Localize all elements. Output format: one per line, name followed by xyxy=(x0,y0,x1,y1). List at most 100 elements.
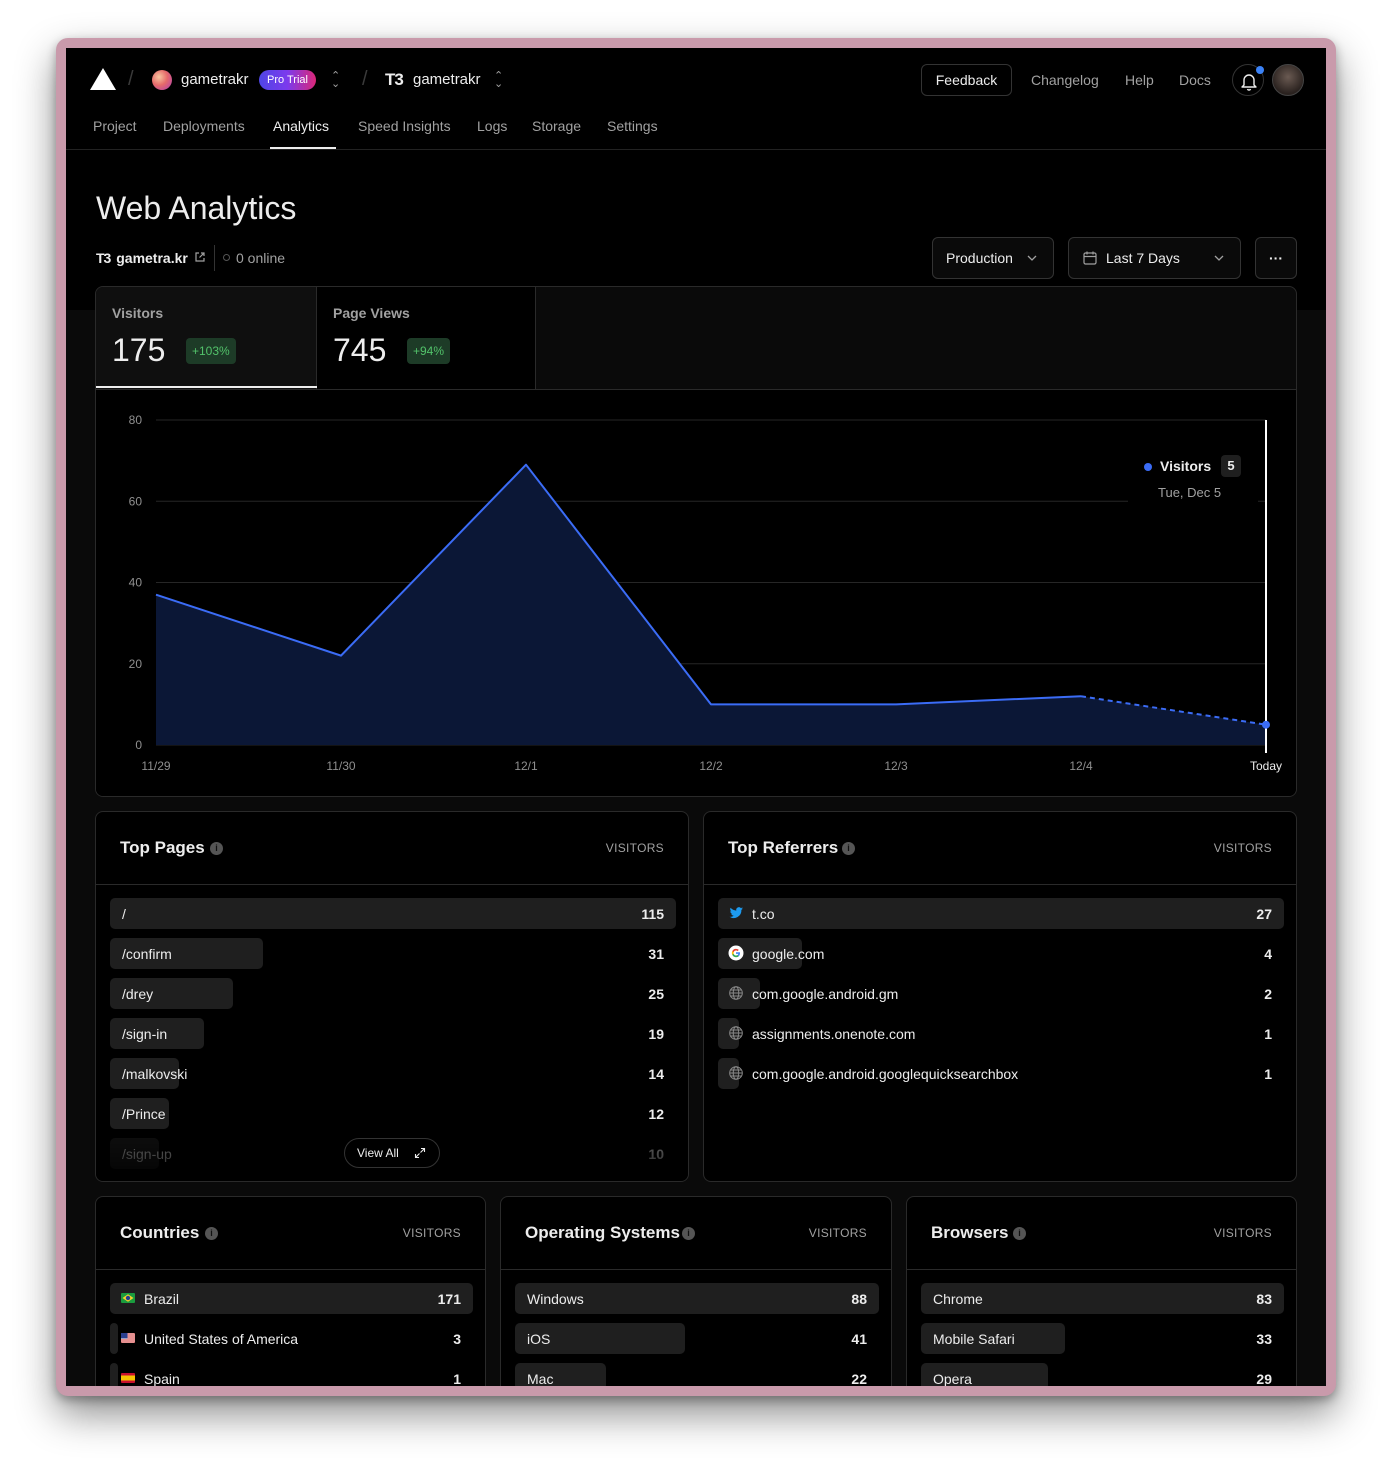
project-switcher-icon[interactable]: ⌃ ⌄ xyxy=(494,71,503,90)
vercel-logo-icon[interactable] xyxy=(90,68,116,90)
item-label: google.com xyxy=(752,946,825,962)
y-tick-label: 60 xyxy=(129,494,143,508)
kpi-page-views[interactable]: Page Views 745 +94% xyxy=(317,287,536,389)
tooltip-value: 5 xyxy=(1221,455,1241,477)
divider xyxy=(96,884,688,885)
changelog-link[interactable]: Changelog xyxy=(1031,72,1099,88)
tab-deployments[interactable]: Deployments xyxy=(163,118,245,134)
list-item[interactable]: /confirm 31 xyxy=(110,938,676,969)
globe-icon xyxy=(729,1066,743,1080)
tab-analytics[interactable]: Analytics xyxy=(273,118,329,134)
column-header: VISITORS xyxy=(402,1226,461,1240)
y-tick-label: 0 xyxy=(135,738,142,752)
domain-link[interactable]: gametra.kr xyxy=(116,250,188,266)
list-item[interactable]: google.com 4 xyxy=(718,938,1284,969)
list-item[interactable]: Spain 1 xyxy=(110,1363,473,1386)
item-label: Spain xyxy=(144,1371,180,1386)
column-header: VISITORS xyxy=(1213,1226,1272,1240)
tab-speed-insights[interactable]: Speed Insights xyxy=(358,118,451,134)
project-name[interactable]: gametrakr xyxy=(413,71,481,88)
list-item[interactable]: Mac 22 xyxy=(515,1363,879,1386)
view-all-button[interactable]: View All xyxy=(344,1138,440,1168)
kpi-visitors[interactable]: Visitors 175 +103% xyxy=(96,287,317,389)
countries-card: Countries i VISITORS Brazil 171 United Sta… xyxy=(95,1196,486,1386)
list-item[interactable]: Chrome 83 xyxy=(921,1283,1284,1314)
usa-flag-icon xyxy=(121,1333,135,1343)
column-header: VISITORS xyxy=(1213,841,1272,855)
list-item[interactable]: /drey 25 xyxy=(110,978,676,1009)
info-icon[interactable]: i xyxy=(682,1227,695,1240)
team-switcher-icon[interactable]: ⌃ ⌄ xyxy=(331,71,340,90)
list-item[interactable]: t.co 27 xyxy=(718,898,1284,929)
team-name[interactable]: gametrakr xyxy=(181,71,249,88)
item-value: 29 xyxy=(1256,1371,1272,1386)
item-label: Chrome xyxy=(933,1291,983,1307)
item-value: 2 xyxy=(1264,986,1272,1002)
panel-title: Top Pages xyxy=(120,838,205,857)
more-options-button[interactable]: ··· xyxy=(1255,237,1297,279)
panel-title: Countries xyxy=(120,1223,200,1242)
environment-select[interactable]: Production xyxy=(932,237,1054,279)
tab-settings[interactable]: Settings xyxy=(607,118,658,134)
info-icon[interactable]: i xyxy=(1013,1227,1026,1240)
list-item[interactable]: Brazil 171 xyxy=(110,1283,473,1314)
notification-dot xyxy=(1256,66,1264,74)
list-item[interactable]: iOS 41 xyxy=(515,1323,879,1354)
list-item[interactable]: Mobile Safari 33 xyxy=(921,1323,1284,1354)
item-label: Windows xyxy=(527,1291,584,1307)
list-item[interactable]: / 115 xyxy=(110,898,676,929)
x-tick-label: 12/3 xyxy=(884,759,908,773)
data-point[interactable] xyxy=(1262,720,1270,729)
chart-tooltip: Visitors 5 Tue, Dec 5 xyxy=(1128,452,1258,508)
item-value: 115 xyxy=(641,906,664,922)
online-status-dot-icon xyxy=(223,254,230,261)
project-logo-icon: T3 xyxy=(96,250,111,266)
info-icon[interactable]: i xyxy=(210,842,223,855)
feedback-button[interactable]: Feedback xyxy=(921,64,1012,96)
panel-title: Browsers xyxy=(931,1223,1009,1242)
list-item[interactable]: assignments.onenote.com 1 xyxy=(718,1018,1284,1049)
kpi-label: Visitors xyxy=(112,305,164,321)
item-label: Opera xyxy=(933,1371,972,1386)
list-item[interactable]: /malkovski 14 xyxy=(110,1058,676,1089)
docs-link[interactable]: Docs xyxy=(1179,72,1211,88)
operating-systems-card: Operating Systems i VISITORS Windows 88 iO… xyxy=(500,1196,892,1386)
environment-value: Production xyxy=(946,250,1013,266)
panel-title: Operating Systems xyxy=(525,1223,680,1242)
x-tick-label: 11/30 xyxy=(326,759,355,773)
x-tick-label: 12/2 xyxy=(699,759,723,773)
chart-area: 0 20 40 60 80 11/29 11/30 12/1 12/2 12/3 12/4 Today… xyxy=(96,389,1297,797)
item-value: 14 xyxy=(648,1066,664,1082)
info-icon[interactable]: i xyxy=(842,842,855,855)
item-value: 12 xyxy=(648,1106,664,1122)
x-tick-label: Today xyxy=(1250,759,1282,773)
kpi-change-badge: +103% xyxy=(186,338,236,364)
page-title: Web Analytics xyxy=(96,190,297,226)
date-range-select[interactable]: Last 7 Days xyxy=(1068,237,1241,279)
y-tick-label: 40 xyxy=(129,576,143,590)
list-item[interactable]: Windows 88 xyxy=(515,1283,879,1314)
y-tick-label: 80 xyxy=(129,413,143,427)
external-link-icon[interactable] xyxy=(194,251,206,263)
help-link[interactable]: Help xyxy=(1125,72,1154,88)
tab-storage[interactable]: Storage xyxy=(532,118,581,134)
user-avatar[interactable] xyxy=(1272,64,1304,96)
item-label: /Prince xyxy=(122,1106,166,1122)
team-avatar xyxy=(152,70,172,90)
divider xyxy=(96,1269,485,1270)
list-item[interactable]: /Prince 12 xyxy=(110,1098,676,1129)
visitors-area-chart[interactable]: 0 20 40 60 80 11/29 11/30 12/1 12/2 12/3 12/4 Today xyxy=(96,390,1297,797)
list-item[interactable]: com.google.android.gm 2 xyxy=(718,978,1284,1009)
item-value: 1 xyxy=(1264,1066,1272,1082)
list-item[interactable]: Opera 29 xyxy=(921,1363,1284,1386)
item-value: 3 xyxy=(453,1331,461,1347)
tab-logs[interactable]: Logs xyxy=(477,118,507,134)
tab-project[interactable]: Project xyxy=(93,118,137,134)
list-item[interactable]: United States of America 3 xyxy=(110,1323,473,1354)
info-icon[interactable]: i xyxy=(205,1227,218,1240)
divider xyxy=(214,245,215,271)
y-tick-label: 20 xyxy=(129,657,143,671)
list-item[interactable]: /sign-in 19 xyxy=(110,1018,676,1049)
list-item[interactable]: com.google.android.googlequicksearchbox 1 xyxy=(718,1058,1284,1089)
brazil-flag-icon xyxy=(121,1293,135,1303)
